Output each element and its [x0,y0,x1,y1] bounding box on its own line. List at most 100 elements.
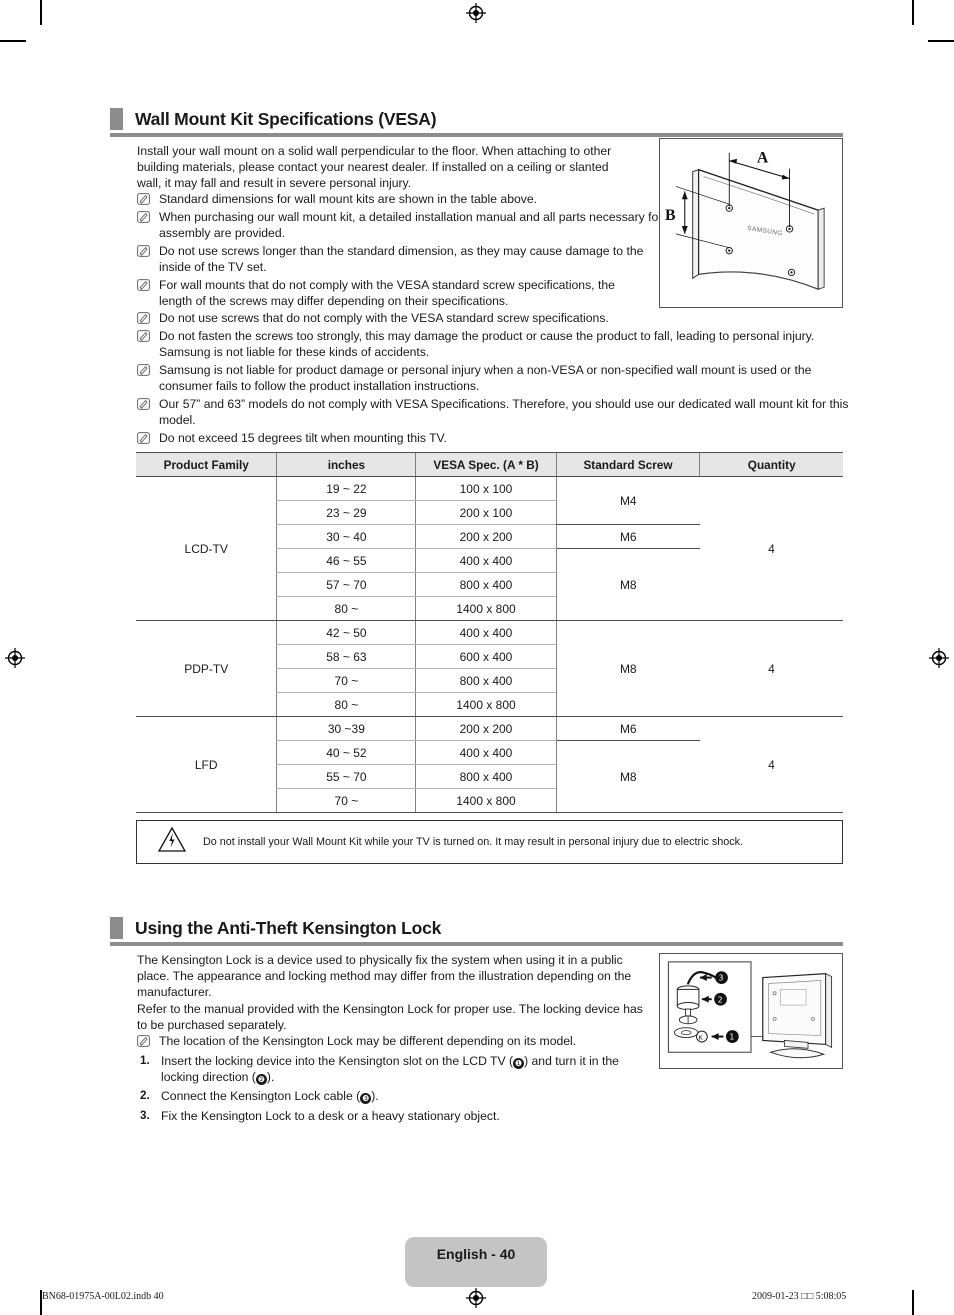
note-text: The location of the Kensington Lock may … [159,1034,577,1048]
callout-2-badge: ❷ [255,1074,267,1086]
note-text: Do not use screws longer than the standa… [159,243,644,274]
list-item: 3. Fix the Kensington Lock to a desk or … [137,1108,637,1124]
cell-screw: M8 [555,620,700,717]
cell-inches: 19 ~ 22 [276,476,416,501]
cell-inches: 58 ~ 63 [276,644,416,669]
table-row: LFD 30 ~39 200 x 200 M6 4 [136,716,843,813]
crop-mark-bottom-right-v [912,1290,914,1315]
cell-vesa: 400 x 400 [415,620,557,645]
wall-mount-intro-paragraph: Install your wall mount on a solid wall … [137,144,612,191]
col-product-family: Product Family [136,452,277,477]
crop-mark-top-left-h [0,40,26,42]
footer-source-file: BN68-01975A-00L02.indb 40 [42,1291,164,1302]
dimension-label-b: B [665,207,676,224]
note-icon [137,278,150,291]
page-number-tag: English - 40 [405,1237,547,1287]
cell-inches: 23 ~ 29 [276,500,416,525]
crop-mark-top-right-v [912,0,914,25]
cell-vesa: 400 x 400 [415,740,557,765]
section-rule [110,942,843,946]
cell-inches: 55 ~ 70 [276,764,416,789]
cell-vesa: 1400 x 800 [415,692,557,717]
cell-vesa: 800 x 400 [415,764,557,789]
note-icon [137,1035,150,1047]
note-icon [137,398,150,410]
vesa-spec-table: Product Family inches VESA Spec. (A * B)… [136,452,843,813]
cell-inches: 80 ~ [276,692,416,717]
cell-family: LCD-TV [136,476,277,621]
callout-1-label: 1 [729,1033,734,1042]
cell-inches: 80 ~ [276,596,416,621]
cell-inches: 57 ~ 70 [276,572,416,597]
cell-family: LFD [136,716,277,813]
step-text-pre: Fix the Kensington Lock to a desk or a h… [161,1108,500,1123]
cell-vesa: 800 x 400 [415,668,557,693]
cell-inches: 30 ~39 [276,716,416,741]
caution-box: Do not install your Wall Mount Kit while… [136,820,843,864]
cell-screw: M6 [555,524,700,549]
list-item: Do not use screws that do not comply wit… [137,310,862,326]
col-inches: inches [276,452,416,477]
col-vesa-spec: VESA Spec. (A * B) [415,452,557,477]
cell-screw: M4 [555,476,700,525]
page-number-label: English - 40 [436,1246,516,1262]
note-text: Do not use screws that do not comply wit… [159,311,609,326]
list-item: The location of the Kensington Lock may … [137,1033,679,1049]
section-header-kensington: Using the Anti-Theft Kensington Lock [110,916,843,946]
crop-mark-top-left-v [40,0,42,25]
cell-inches: 30 ~ 40 [276,524,416,549]
step-text-pre: Connect the Kensington Lock cable ( [161,1089,361,1104]
list-item: Standard dimensions for wall mount kits … [137,191,639,207]
svg-text:K: K [698,1035,703,1042]
section-marker-icon [110,108,123,130]
list-item: For wall mounts that do not comply with … [137,277,629,309]
note-icon [137,364,150,376]
cell-vesa: 1400 x 800 [415,596,557,621]
step-number: 3. [140,1108,150,1122]
note-text: When purchasing our wall mount kit, a de… [159,209,663,240]
step-number: 1. [140,1054,150,1067]
list-item: Do not use screws longer than the standa… [137,243,667,275]
kensington-notes-list: The location of the Kensington Lock may … [137,1033,657,1051]
dimension-label-a: A [757,150,769,167]
cell-quantity: 4 [699,620,843,717]
cell-screw: M8 [555,548,700,621]
kensington-paragraph-2: Refer to the manual provided with the Ke… [137,1002,643,1033]
registration-mark-right [929,648,949,668]
section-header-wall-mount: Wall Mount Kit Specifications (VESA) [110,107,843,137]
cell-vesa: 600 x 400 [415,644,557,669]
callout-1-badge: ❶ [513,1058,525,1069]
step-number: 2. [140,1089,150,1103]
cell-vesa: 800 x 400 [415,572,557,597]
manual-page: Wall Mount Kit Specifications (VESA) Ins… [0,0,954,1315]
note-text: For wall mounts that do not comply with … [159,277,615,308]
section-title-kensington: Using the Anti-Theft Kensington Lock [135,917,442,938]
kensington-lock-illustration: K 3 2 1 [659,953,843,1069]
table-header-row: Product Family inches VESA Spec. (A * B)… [136,452,843,477]
table-row: LCD-TV 19 ~ 22 100 x 100 M4 4 [136,476,843,621]
note-icon [137,330,150,343]
note-icon [137,210,150,223]
callout-3-label: 3 [719,974,724,983]
note-icon [137,312,150,325]
list-item: Do not exceed 15 degrees tilt when mount… [137,430,862,446]
registration-mark-left [5,648,25,668]
cell-inches: 42 ~ 50 [276,620,416,645]
note-icon [137,431,150,444]
kensington-paragraph-1: The Kensington Lock is a device used to … [137,953,632,1000]
cell-inches: 40 ~ 52 [276,740,416,765]
note-icon [137,244,150,257]
kensington-lock-diagram: K 3 2 1 [667,961,833,1059]
cell-vesa: 400 x 400 [415,548,557,573]
callout-3-badge: ❸ [360,1093,372,1105]
step-text-pre: Insert the locking device into the Kensi… [161,1054,514,1068]
cell-vesa: 200 x 200 [415,524,557,549]
page-title: Wall Mount Kit Specifications (VESA) [135,108,437,129]
list-item: 1. Insert the locking device into the Ke… [137,1053,637,1086]
col-quantity: Quantity [699,452,843,477]
registration-mark-top [466,3,486,23]
cell-vesa: 200 x 200 [415,716,557,741]
step-text-post: ). [266,1070,275,1085]
note-text: Samsung is not liable for product damage… [159,363,812,394]
note-text: Do not exceed 15 degrees tilt when mount… [159,430,447,445]
